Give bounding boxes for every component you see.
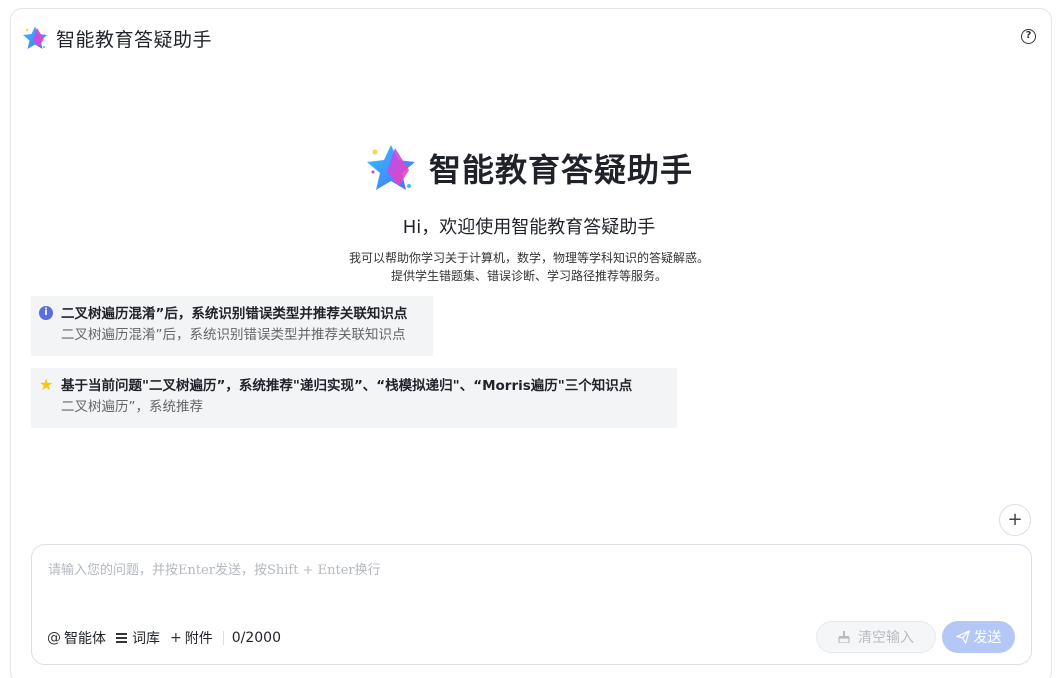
star-icon: ★ (39, 375, 54, 394)
broom-icon (838, 631, 850, 643)
attachment-label: 附件 (184, 631, 213, 647)
list-icon (116, 633, 127, 643)
send-button[interactable]: 发送 (942, 621, 1015, 653)
hero-greeting: Hi，欢迎使用智能教育答疑助手 (402, 217, 656, 238)
send-label: 发送 (973, 630, 1002, 646)
lexicon-button[interactable]: 词库 (116, 628, 160, 648)
app-logo-icon (23, 26, 47, 49)
hero-desc-line-1: 我可以帮助你学习关于计算机，数学，物理等学科知识的答疑解惑。 (348, 251, 709, 265)
hero-logo-icon (366, 145, 415, 190)
clear-input-label: 清空输入 (858, 630, 914, 646)
hero-title: 智能教育答疑助手 (428, 151, 693, 189)
chat-composer: @ 智能体 词库 + 附件 0/2000 清空输入 发送 (31, 544, 1032, 665)
app-header: 智能教育答疑助手 (22, 24, 212, 52)
header-title: 智能教育答疑助手 (56, 28, 213, 51)
lexicon-label: 词库 (132, 631, 160, 647)
suggestion-title: 二叉树遍历混淆”后，系统识别错误类型并推荐关联知识点 (61, 306, 408, 322)
suggestion-desc: 二叉树遍历混淆”后，系统识别错误类型并推荐关联知识点 (61, 327, 406, 343)
at-icon: @ (47, 630, 61, 646)
suggestion-title: 基于当前问题"二叉树遍历”，系统推荐"递归实现”、“栈模拟递归"、“Morris… (61, 378, 633, 394)
suggestion-desc: 二叉树遍历”，系统推荐 (61, 399, 203, 415)
hero-desc-line-2: 提供学生错题集、错误诊断、学习路径推荐等服务。 (390, 269, 667, 283)
attachment-button[interactable]: + 附件 (170, 628, 213, 648)
toolbar-divider (222, 631, 224, 645)
composer-toolbar: @ 智能体 词库 + 附件 0/2000 (47, 628, 281, 648)
help-icon[interactable]: ? (1021, 29, 1036, 44)
new-chat-plus-button[interactable]: + (999, 504, 1031, 536)
char-counter: 0/2000 (231, 630, 281, 646)
suggestion-card[interactable]: ★ 基于当前问题"二叉树遍历”，系统推荐"递归实现”、“栈模拟递归"、“Morr… (31, 368, 677, 428)
suggestion-card[interactable]: i 二叉树遍历混淆”后，系统识别错误类型并推荐关联知识点 二叉树遍历混淆”后，系… (31, 296, 433, 356)
info-icon: i (39, 306, 53, 320)
message-input[interactable] (48, 559, 1008, 607)
plus-icon: + (170, 630, 182, 646)
hero-description: 我可以帮助你学习关于计算机，数学，物理等学科知识的答疑解惑。 提供学生错题集、错… (0, 249, 1058, 285)
agent-button[interactable]: @ 智能体 (47, 628, 106, 648)
send-icon (955, 630, 970, 644)
agent-label: 智能体 (64, 631, 106, 647)
clear-input-button[interactable]: 清空输入 (816, 621, 936, 653)
hero-brand: 智能教育答疑助手 (0, 142, 1058, 194)
